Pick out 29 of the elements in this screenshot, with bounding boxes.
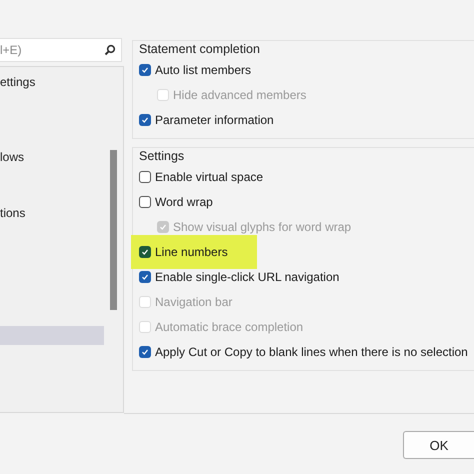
tree-item[interactable]: lows	[0, 148, 104, 167]
checkmark-icon	[141, 248, 149, 256]
tree-item[interactable]: tions	[0, 204, 104, 223]
checkbox-label[interactable]: Word wrap	[155, 194, 213, 208]
checkbox[interactable]	[139, 64, 151, 76]
scrollbar-thumb[interactable]	[110, 150, 117, 310]
checkbox[interactable]	[139, 196, 151, 208]
checkbox-label[interactable]: Line numbers	[155, 245, 228, 259]
checkbox-label[interactable]: Apply Cut or Copy to blank lines when there is no selection	[155, 344, 468, 358]
checkmark-icon	[141, 272, 149, 280]
checkbox-label[interactable]: Enable virtual space	[155, 170, 264, 184]
checkmark-icon	[141, 348, 149, 356]
checkbox[interactable]	[139, 346, 151, 358]
checkbox[interactable]	[139, 270, 151, 282]
group-title: Settings	[139, 148, 184, 164]
ok-button[interactable]: OK	[403, 431, 474, 459]
checkbox[interactable]	[139, 246, 151, 258]
checkmark-icon	[141, 66, 149, 74]
checkmark-icon	[159, 222, 167, 230]
tree-item[interactable]: ettings	[0, 73, 104, 92]
checkbox-label[interactable]: Parameter information	[155, 112, 274, 126]
checkbox-label[interactable]: Enable single-click URL navigation	[155, 270, 340, 284]
checkmark-icon	[141, 116, 149, 124]
search-field[interactable]: l+E)	[0, 38, 122, 62]
checkbox-label[interactable]: Auto list members	[155, 62, 252, 76]
checkbox[interactable]	[139, 114, 151, 126]
checkbox[interactable]	[139, 170, 151, 182]
group-title: Statement completion	[139, 41, 260, 57]
search-icon[interactable]	[104, 44, 116, 56]
